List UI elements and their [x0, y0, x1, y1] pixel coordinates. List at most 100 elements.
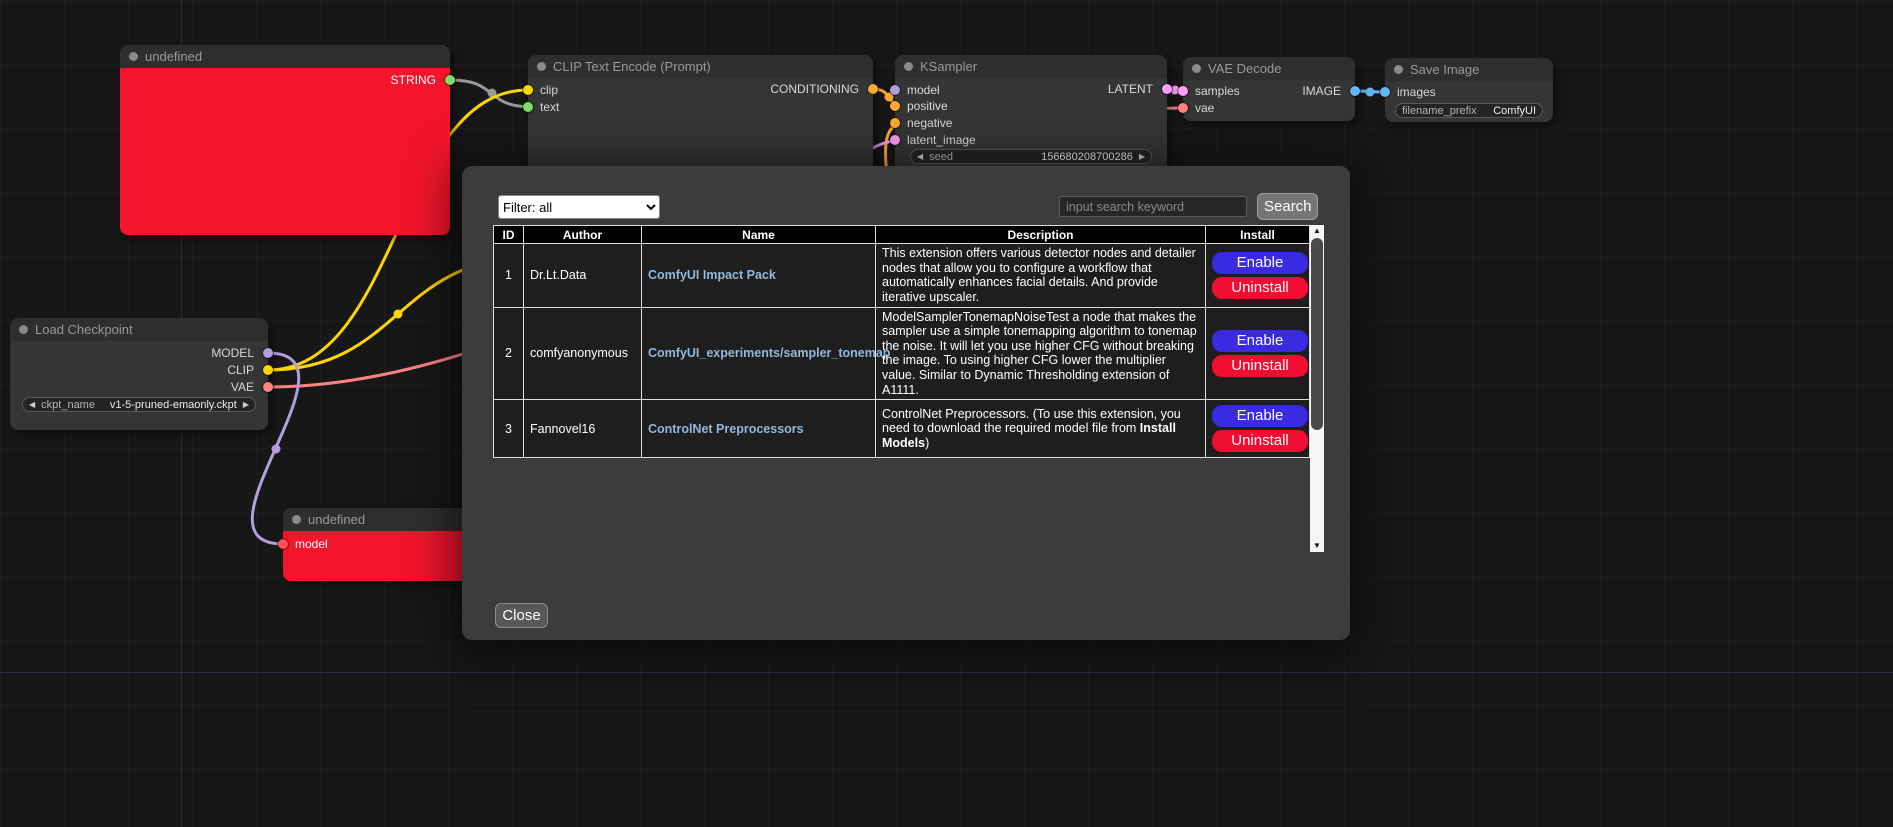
node-title: CLIP Text Encode (Prompt)	[553, 59, 711, 74]
input-pin-model[interactable]	[278, 539, 288, 549]
extension-row: 1 Dr.Lt.Data ComfyUI Impact Pack This ex…	[494, 244, 1310, 308]
input-pin-samples[interactable]	[1178, 86, 1188, 96]
filename-prefix-widget[interactable]: filename_prefix ComfyUI	[1395, 103, 1543, 118]
uninstall-button[interactable]: Uninstall	[1212, 355, 1308, 377]
ckpt-name-widget[interactable]: ◀ ckpt_name v1-5-pruned-emaonly.ckpt ▶	[22, 397, 256, 412]
collapse-dot-icon[interactable]	[129, 52, 138, 61]
decrement-arrow-icon[interactable]: ◀	[917, 150, 923, 163]
input-label-positive: positive	[907, 99, 948, 113]
output-label-vae: VAE	[231, 380, 254, 394]
input-label-images: images	[1397, 85, 1436, 99]
output-pin-model[interactable]	[263, 348, 273, 358]
seed-widget[interactable]: ◀ seed 156680208700286 ▶	[910, 149, 1152, 164]
cell-author: Fannovel16	[524, 400, 642, 458]
uninstall-button[interactable]: Uninstall	[1212, 277, 1308, 299]
input-label-latent-image: latent_image	[907, 133, 976, 147]
input-pin-text[interactable]	[523, 102, 533, 112]
filename-prefix-label: filename_prefix	[1402, 105, 1477, 117]
output-pin-vae[interactable]	[263, 382, 273, 392]
input-label-model: model	[295, 537, 328, 551]
node-title: Load Checkpoint	[35, 322, 133, 337]
input-pin-vae[interactable]	[1178, 103, 1188, 113]
decrement-arrow-icon[interactable]: ◀	[29, 398, 35, 411]
output-pin-latent[interactable]	[1162, 84, 1172, 94]
search-button[interactable]: Search	[1257, 193, 1318, 220]
input-pin-clip[interactable]	[523, 85, 533, 95]
node-title-bar[interactable]: KSampler	[895, 55, 1167, 78]
output-pin-clip[interactable]	[263, 365, 273, 375]
input-label-samples: samples	[1195, 84, 1240, 98]
node-title-bar[interactable]: Save Image	[1385, 58, 1553, 81]
extension-link[interactable]: ControlNet Preprocessors	[648, 422, 804, 436]
increment-arrow-icon[interactable]: ▶	[243, 398, 249, 411]
node-title-bar[interactable]: undefined	[120, 45, 450, 68]
enable-button[interactable]: Enable	[1212, 252, 1308, 274]
node-title: Save Image	[1410, 62, 1479, 77]
extension-link[interactable]: ComfyUI Impact Pack	[648, 268, 776, 282]
input-pin-latent-image[interactable]	[890, 135, 900, 145]
cell-description: This extension offers various detector n…	[876, 244, 1206, 308]
node-body-error	[120, 68, 450, 235]
cell-author: comfyanonymous	[524, 307, 642, 400]
node-undefined-string[interactable]: undefined STRING	[120, 45, 450, 235]
input-pin-negative[interactable]	[890, 118, 900, 128]
ckpt-name-label: ckpt_name	[41, 399, 95, 411]
cell-install: Enable Uninstall	[1206, 400, 1310, 458]
node-save-image[interactable]: Save Image images filename_prefix ComfyU…	[1385, 58, 1553, 122]
header-install: Install	[1206, 226, 1310, 244]
search-input[interactable]	[1059, 196, 1247, 217]
input-label-negative: negative	[907, 116, 952, 130]
extension-row: 2 comfyanonymous ComfyUI_experiments/sam…	[494, 307, 1310, 400]
input-pin-model[interactable]	[890, 85, 900, 95]
output-pin-conditioning[interactable]	[868, 84, 878, 94]
scrollbar-thumb[interactable]	[1311, 238, 1323, 430]
collapse-dot-icon[interactable]	[19, 325, 28, 334]
scroll-up-icon[interactable]: ▲	[1310, 225, 1324, 237]
header-name: Name	[642, 226, 876, 244]
canvas-axis-horizontal	[0, 672, 1893, 673]
comfyui-manager-dialog: Filter: all Search ID Author Name Descri…	[462, 166, 1350, 640]
collapse-dot-icon[interactable]	[537, 62, 546, 71]
output-label-model: MODEL	[211, 346, 254, 360]
scroll-down-icon[interactable]: ▼	[1310, 540, 1324, 552]
input-label-model: model	[907, 83, 940, 97]
seed-widget-label: seed	[929, 151, 953, 163]
increment-arrow-icon[interactable]: ▶	[1139, 150, 1145, 163]
extension-link[interactable]: ComfyUI_experiments/sampler_tonemap	[648, 346, 890, 360]
seed-widget-value: 156680208700286	[1041, 151, 1133, 163]
cell-description: ModelSamplerTonemapNoiseTest a node that…	[876, 307, 1206, 400]
extension-table-body: 1 Dr.Lt.Data ComfyUI Impact Pack This ex…	[494, 244, 1310, 458]
output-pin-string[interactable]	[445, 75, 455, 85]
node-title-bar[interactable]: VAE Decode	[1183, 57, 1355, 80]
input-pin-positive[interactable]	[890, 101, 900, 111]
node-load-checkpoint[interactable]: Load Checkpoint MODEL CLIP VAE ◀ ckpt_na…	[10, 318, 268, 430]
filter-select[interactable]: Filter: all	[498, 195, 660, 219]
collapse-dot-icon[interactable]	[1192, 64, 1201, 73]
enable-button[interactable]: Enable	[1212, 330, 1308, 352]
cell-id: 1	[494, 244, 524, 308]
header-description: Description	[876, 226, 1206, 244]
node-title-bar[interactable]: CLIP Text Encode (Prompt)	[528, 55, 873, 78]
table-scrollbar[interactable]: ▲ ▼	[1310, 225, 1324, 552]
enable-button[interactable]: Enable	[1212, 405, 1308, 427]
output-pin-image[interactable]	[1350, 86, 1360, 96]
node-title: undefined	[145, 49, 202, 64]
node-title: VAE Decode	[1208, 61, 1281, 76]
collapse-dot-icon[interactable]	[1394, 65, 1403, 74]
input-pin-images[interactable]	[1380, 87, 1390, 97]
uninstall-button[interactable]: Uninstall	[1212, 430, 1308, 452]
collapse-dot-icon[interactable]	[904, 62, 913, 71]
close-button[interactable]: Close	[495, 603, 548, 628]
output-label-clip: CLIP	[227, 363, 254, 377]
input-label-clip: clip	[540, 83, 558, 97]
output-label-image: IMAGE	[1302, 84, 1341, 98]
ckpt-name-value: v1-5-pruned-emaonly.ckpt	[110, 399, 237, 411]
input-label-vae: vae	[1195, 101, 1214, 115]
collapse-dot-icon[interactable]	[292, 515, 301, 524]
extension-table: ID Author Name Description Install 1 Dr.…	[493, 225, 1310, 458]
node-ksampler[interactable]: KSampler model positive negative latent_…	[895, 55, 1167, 173]
node-vae-decode[interactable]: VAE Decode samples vae IMAGE	[1183, 57, 1355, 121]
header-id: ID	[494, 226, 524, 244]
node-title-bar[interactable]: Load Checkpoint	[10, 318, 268, 341]
cell-install: Enable Uninstall	[1206, 244, 1310, 308]
